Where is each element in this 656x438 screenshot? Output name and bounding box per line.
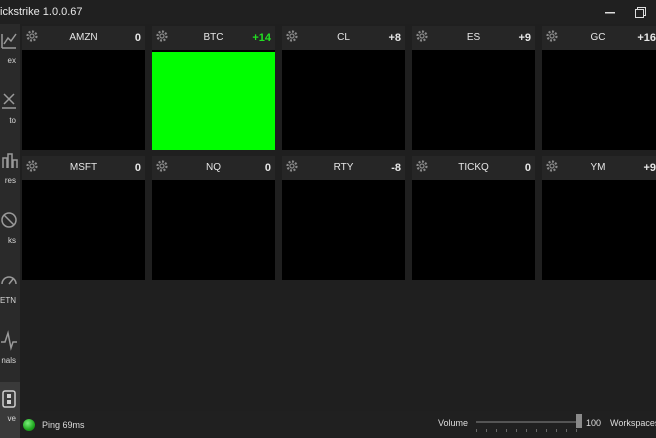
tile-symbol: ES <box>466 32 481 43</box>
tile-value: +16 <box>637 32 656 44</box>
restore-icon <box>634 6 646 18</box>
volume-slider-ticks <box>476 429 580 432</box>
sidebar-item-etn[interactable]: ETN <box>0 264 20 320</box>
tile-symbol: YM <box>590 162 606 173</box>
tile-value: +9 <box>518 32 531 44</box>
connection-status-indicator <box>23 419 35 431</box>
tile-value: 0 <box>264 162 271 174</box>
tile-symbol: NQ <box>206 162 221 173</box>
tile-symbol: CL <box>337 32 350 43</box>
futures-icon <box>2 153 18 168</box>
tile-value: +9 <box>643 162 656 174</box>
tile-header: ES +9 <box>412 26 535 50</box>
tile-symbol: MSFT <box>69 162 98 173</box>
tile-header: RTY -8 <box>282 156 405 180</box>
sidebar-item-futures[interactable]: res <box>0 144 20 200</box>
tile-value: +14 <box>252 32 271 44</box>
ticker-tile[interactable]: AMZN 0 <box>22 26 145 150</box>
sidebar-item-label: ETN <box>0 296 16 305</box>
tile-header: TICKQ 0 <box>412 156 535 180</box>
ticker-tile[interactable]: ES +9 <box>412 26 535 150</box>
minimize-icon <box>605 12 615 14</box>
tile-value: -8 <box>391 162 401 174</box>
tile-symbol: RTY <box>333 162 354 173</box>
save-icon <box>2 390 16 408</box>
sidebar-item-label: res <box>4 176 16 185</box>
sidebar-item-label: to <box>9 116 16 125</box>
tile-symbol: AMZN <box>69 32 98 43</box>
etn-icon <box>1 276 17 285</box>
sidebar-item-save[interactable]: ve <box>0 382 20 438</box>
tile-header: AMZN 0 <box>22 26 145 50</box>
tile-highlight <box>152 52 275 150</box>
ticker-tile[interactable]: NQ 0 <box>152 156 275 280</box>
tile-header: YM +9 <box>542 156 656 180</box>
restore-button[interactable] <box>626 0 654 24</box>
sidebar-item-signals[interactable]: nals <box>0 324 20 380</box>
tile-header: BTC +14 <box>152 26 275 50</box>
stocks-icon <box>1 212 17 228</box>
tools-icon <box>2 93 16 109</box>
workspaces-label[interactable]: Workspaces <box>610 418 656 428</box>
sidebar-item-index[interactable]: ex <box>0 24 20 80</box>
tile-header: CL +8 <box>282 26 405 50</box>
tile-header: GC +16 <box>542 26 656 50</box>
title-bar: ickstrike 1.0.0.67 <box>0 0 656 24</box>
signals-icon <box>1 330 17 351</box>
tile-symbol: TICKQ <box>458 162 489 173</box>
ticker-tile[interactable]: MSFT 0 <box>22 156 145 280</box>
tile-value: 0 <box>524 162 531 174</box>
chart-icon <box>1 33 17 49</box>
sidebar-item-label: ex <box>7 56 16 65</box>
sidebar-item-label: nals <box>1 356 16 365</box>
volume-value: 100 <box>586 418 602 428</box>
volume-slider-track[interactable] <box>476 421 580 423</box>
status-bar: Ping 69ms Volume 100 Workspaces <box>20 411 656 437</box>
ticker-tile[interactable]: RTY -8 <box>282 156 405 280</box>
ticker-tile[interactable]: BTC +14 <box>152 26 275 150</box>
app-title: ickstrike 1.0.0.67 <box>0 6 83 18</box>
sidebar-item-stocks[interactable]: ks <box>0 204 20 260</box>
sidebar-item-label: ve <box>7 414 16 423</box>
ticker-tile[interactable]: GC +16 <box>542 26 656 150</box>
ticker-tile[interactable]: CL +8 <box>282 26 405 150</box>
tile-header: NQ 0 <box>152 156 275 180</box>
sidebar-item-crypto[interactable]: to <box>0 84 20 140</box>
tile-value: 0 <box>134 162 141 174</box>
ticker-tile[interactable]: TICKQ 0 <box>412 156 535 280</box>
tile-header: MSFT 0 <box>22 156 145 180</box>
volume-slider-thumb[interactable] <box>576 414 582 428</box>
tile-value: +8 <box>388 32 401 44</box>
volume-label: Volume <box>438 418 469 428</box>
tile-value: 0 <box>134 32 141 44</box>
minimize-button[interactable] <box>596 0 624 24</box>
ticker-tile[interactable]: YM +9 <box>542 156 656 280</box>
sidebar: ex to res ks ETN nals ve <box>0 24 20 438</box>
ping-text: Ping 69ms <box>42 420 85 430</box>
sidebar-item-label: ks <box>8 236 16 245</box>
